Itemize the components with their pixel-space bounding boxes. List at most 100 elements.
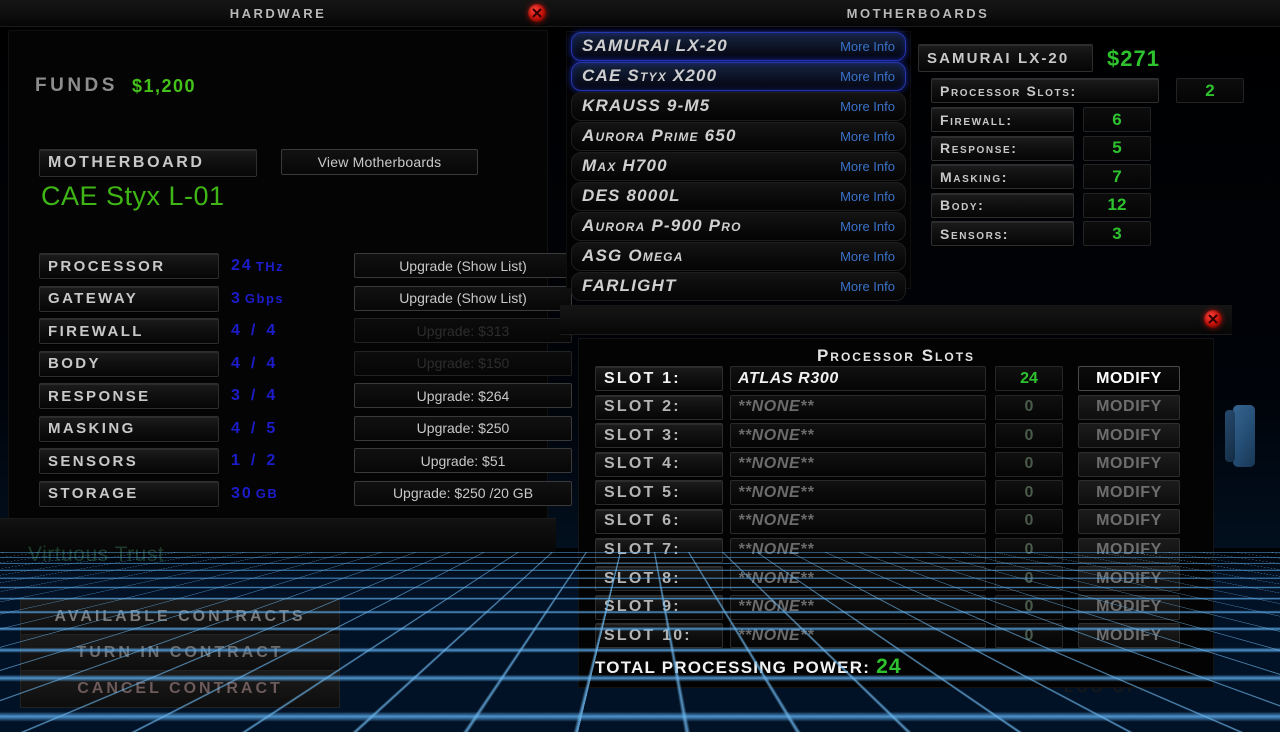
hardware-upgrade-button: Upgrade: $150 [354,351,572,376]
processor-slot-modify-button[interactable]: MODIFY [1078,395,1180,420]
motherboard-list-item-label: FARLIGHT [572,276,677,296]
hardware-stat-value: 4/4 [231,319,341,343]
more-info-link[interactable]: More Info [840,129,895,144]
hardware-stat-value: 3Gbps [231,287,341,311]
processor-slot-row: SLOT 1:ATLAS R30024MODIFY [595,366,1195,395]
motherboard-spec-label-plate: Masking: [931,164,1074,189]
more-info-link[interactable]: More Info [840,189,895,204]
motherboard-spec-label: Firewall: [940,112,1013,128]
motherboard-spec-label-plate: Response: [931,136,1074,161]
more-info-link[interactable]: More Info [840,39,895,54]
hardware-upgrade-button[interactable]: Upgrade: $51 [354,448,572,473]
more-info-link[interactable]: More Info [840,219,895,234]
hardware-stat-current: 30 [231,485,253,503]
motherboard-list-item[interactable]: Max H700More Info [571,152,906,181]
processor-slot-modify-button[interactable]: MODIFY [1078,595,1180,620]
processor-slot-name[interactable]: **NONE** [730,623,986,648]
processor-slot-label: SLOT 10: [604,627,692,645]
more-info-link[interactable]: More Info [840,69,895,84]
motherboard-list-item[interactable]: KRAUSS 9-M5 More Info [571,92,906,121]
processor-slot-row: SLOT 4:**NONE**0MODIFY [595,452,1195,481]
processor-slot-label: SLOT 2: [604,398,681,416]
processor-slot-power: 0 [995,566,1063,591]
processor-slot-label: SLOT 5: [604,484,681,502]
processor-slot-modify-button[interactable]: MODIFY [1078,566,1180,591]
processor-slot-name[interactable]: **NONE** [730,395,986,420]
available-contracts-button[interactable]: AVAILABLE CONTRACTS [20,598,340,636]
close-icon[interactable] [1204,310,1222,328]
processor-slot-name[interactable]: **NONE** [730,566,986,591]
processor-slot-label-plate: SLOT 2: [595,395,723,420]
turn-in-contract-button[interactable]: TURN IN CONTRACT [20,634,340,672]
more-info-link[interactable]: More Info [840,159,895,174]
hardware-stat-label-plate: SENSORS [39,448,219,474]
processor-slot-row: SLOT 3:**NONE**0MODIFY [595,423,1195,452]
cancel-contract-button[interactable]: CANCEL CONTRACT [20,670,340,708]
motherboard-list: SAMURAI LX-20More InfoCAE Styx X200More … [566,31,911,289]
hardware-upgrade-button[interactable]: Upgrade: $250 /20 GB [354,481,572,506]
hardware-stat-current: 3 [231,290,242,308]
processor-slot-label-plate: SLOT 3: [595,423,723,448]
funds-value: $1,200 [132,76,196,97]
hardware-upgrade-button[interactable]: Upgrade (Show List) [354,253,572,278]
hardware-stat-current: 3 [231,387,242,405]
motherboard-list-item[interactable]: FARLIGHT More Info [571,272,906,301]
hardware-stat-label-plate: STORAGE [39,481,219,507]
more-info-link[interactable]: More Info [840,99,895,114]
processor-slot-modify-button[interactable]: MODIFY [1078,509,1180,534]
more-info-link[interactable]: More Info [840,249,895,264]
motherboard-list-item[interactable]: DES 8000L More Info [571,182,906,211]
hardware-stat-row: MASKING4/5Upgrade: $250 [39,416,544,449]
motherboard-list-item[interactable]: Aurora Prime 650More Info [571,122,906,151]
processor-slot-modify-button[interactable]: MODIFY [1078,366,1180,391]
hardware-upgrade-button[interactable]: Upgrade: $264 [354,383,572,408]
hardware-stat-current: 4 [231,420,242,438]
processor-slot-label: SLOT 6: [604,512,681,530]
processor-slot-name[interactable]: **NONE** [730,480,986,505]
hardware-stat-current: 4 [231,322,242,340]
hardware-stat-label: MASKING [48,420,136,437]
processor-slot-power: 0 [995,623,1063,648]
hardware-stat-value: 4/4 [231,352,341,376]
hardware-upgrade-button[interactable]: Upgrade (Show List) [354,286,572,311]
processor-slot-name[interactable]: **NONE** [730,423,986,448]
processor-slot-name[interactable]: **NONE** [730,509,986,534]
hardware-title: Hardware [0,0,556,27]
motherboard-spec-label: Body: [940,197,984,213]
processor-slot-name[interactable]: ATLAS R300 [730,366,986,391]
hardware-stat-value: 4/5 [231,417,341,441]
processor-slot-modify-button[interactable]: MODIFY [1078,480,1180,505]
motherboard-list-item-label: DES 8000L [572,186,681,206]
motherboard-spec-label-plate: Body: [931,193,1074,218]
motherboard-list-item[interactable]: ASG OmegaMore Info [571,242,906,271]
processor-slot-modify-button[interactable]: MODIFY [1078,538,1180,563]
processor-slot-label: SLOT 3: [604,427,681,445]
processor-slot-modify-button[interactable]: MODIFY [1078,423,1180,448]
processor-slot-name[interactable]: **NONE** [730,595,986,620]
motherboard-list-item-label: KRAUSS 9-M5 [572,96,710,116]
processor-slot-modify-button[interactable]: MODIFY [1078,623,1180,648]
hardware-stat-row: PROCESSOR24THzUpgrade (Show List) [39,253,544,286]
view-motherboards-button[interactable]: View Motherboards [281,149,478,175]
hardware-stat-value: 24THz [231,254,341,278]
processor-slot-name[interactable]: **NONE** [730,538,986,563]
hardware-upgrade-button[interactable]: Upgrade: $250 [354,416,572,441]
motherboard-list-item[interactable]: SAMURAI LX-20More Info [571,32,906,61]
processor-slot-power: 24 [995,366,1063,391]
motherboard-list-item[interactable]: Aurora P-900 ProMore Info [571,212,906,241]
close-icon[interactable] [528,4,546,22]
motherboard-detail-name-plate: SAMURAI LX-20 [918,44,1093,72]
motherboard-spec-row: Response:5 [931,136,1271,165]
processor-slot-row: SLOT 6:**NONE**0MODIFY [595,509,1195,538]
hardware-stat-unit: GB [256,486,279,501]
motherboards-titlebar: Motherboards [556,0,1280,27]
hardware-stat-row: STORAGE30GBUpgrade: $250 /20 GB [39,481,544,514]
hardware-stat-row: FIREWALL4/4Upgrade: $313 [39,318,544,351]
processor-slot-name[interactable]: **NONE** [730,452,986,477]
processor-slot-label-plate: SLOT 8: [595,566,723,591]
hardware-stat-row: SENSORS1/2Upgrade: $51 [39,448,544,481]
processor-slot-modify-button[interactable]: MODIFY [1078,452,1180,477]
motherboard-list-item[interactable]: CAE Styx X200More Info [571,62,906,91]
more-info-link[interactable]: More Info [840,279,895,294]
total-processing-power-value: 24 [876,655,902,678]
